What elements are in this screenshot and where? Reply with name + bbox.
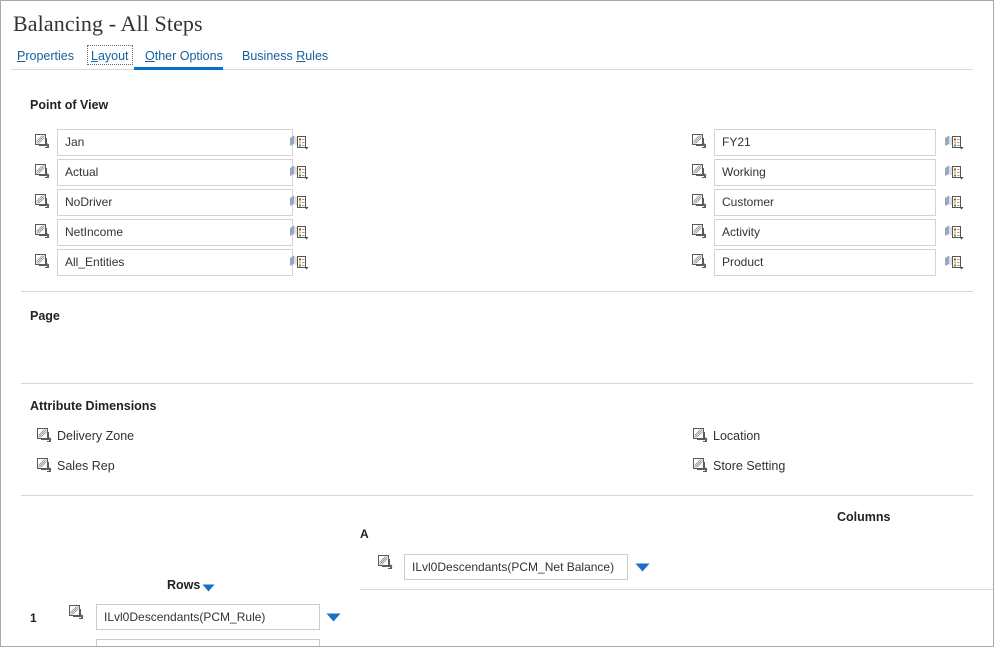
member-selector-icon[interactable] <box>944 224 964 243</box>
member-selector-icon[interactable] <box>289 134 309 153</box>
dimension-icon <box>69 605 84 623</box>
divider-page <box>21 383 973 384</box>
dimension-icon <box>35 164 50 182</box>
pov-field[interactable]: All_Entities <box>57 249 293 276</box>
pov-field[interactable]: Jan <box>57 129 293 156</box>
pov-field[interactable]: NetIncome <box>57 219 293 246</box>
attribute-dimension-label: Location <box>713 427 760 445</box>
dimension-icon <box>693 458 708 476</box>
divider-point-of-view <box>21 291 973 292</box>
attribute-dimension-label: Delivery Zone <box>57 427 134 445</box>
tab-other-options[interactable]: Other Options <box>141 45 227 65</box>
pov-field[interactable]: Working <box>714 159 936 186</box>
attribute-dimension-label: Store Setting <box>713 457 785 475</box>
columns-label: Columns <box>837 510 890 524</box>
pov-row: Product <box>692 249 977 276</box>
dimension-icon <box>692 194 707 212</box>
column-member-field[interactable]: ILvl0Descendants(PCM_Net Balance) <box>404 554 628 580</box>
tab-business-rules[interactable]: Business Rules <box>238 45 332 65</box>
pov-row: Actual <box>35 159 315 186</box>
caret-down-icon[interactable] <box>325 611 342 626</box>
section-heading-page: Page <box>30 309 60 323</box>
dimension-icon <box>35 254 50 272</box>
pov-field[interactable]: NoDriver <box>57 189 293 216</box>
pov-row: Jan <box>35 129 315 156</box>
caret-down-icon[interactable] <box>201 582 216 596</box>
member-selector-icon[interactable] <box>944 164 964 183</box>
dimension-icon <box>37 428 52 446</box>
page-title: Balancing - All Steps <box>13 11 203 37</box>
pov-row: NetIncome <box>35 219 315 246</box>
caret-down-icon[interactable] <box>634 561 651 576</box>
dimension-icon <box>35 194 50 212</box>
row-number: 1 <box>30 611 37 625</box>
tab-active-indicator <box>134 67 223 70</box>
member-selector-icon[interactable] <box>944 134 964 153</box>
dimension-icon <box>35 224 50 242</box>
row-member-field[interactable]: ILvl0Descendants(PCM_Rule) <box>96 604 320 630</box>
member-selector-icon[interactable] <box>289 164 309 183</box>
rows-label: Rows <box>167 578 200 592</box>
attribute-dimension-label: Sales Rep <box>57 457 115 475</box>
divider-attribute-dimensions <box>21 495 973 496</box>
row-member-field-next[interactable] <box>96 639 320 647</box>
dimension-icon <box>692 254 707 272</box>
section-heading-attribute-dimensions: Attribute Dimensions <box>30 399 156 413</box>
dimension-icon <box>37 458 52 476</box>
dimension-icon <box>692 224 707 242</box>
member-selector-icon[interactable] <box>289 224 309 243</box>
column-header-a[interactable]: A <box>360 527 369 541</box>
pov-row: Working <box>692 159 977 186</box>
dimension-icon <box>692 164 707 182</box>
pov-field[interactable]: Customer <box>714 189 936 216</box>
pov-field[interactable]: Activity <box>714 219 936 246</box>
pov-row: Customer <box>692 189 977 216</box>
member-selector-icon[interactable] <box>944 254 964 273</box>
dimension-icon <box>693 428 708 446</box>
dimension-icon <box>692 134 707 152</box>
grid-column-separator <box>360 589 994 590</box>
tab-layout[interactable]: Layout <box>87 45 133 65</box>
section-heading-point-of-view: Point of View <box>30 98 108 112</box>
row-dimension-icon-wrap <box>69 605 84 623</box>
member-selector-icon[interactable] <box>289 254 309 273</box>
pov-row: FY21 <box>692 129 977 156</box>
layout-dialog: Balancing - All Steps Properties Layout … <box>0 0 994 647</box>
pov-row: All_Entities <box>35 249 315 276</box>
pov-row: NoDriver <box>35 189 315 216</box>
tab-properties[interactable]: Properties <box>13 45 78 65</box>
column-dimension-icon-wrap <box>378 555 393 573</box>
page-drop-area[interactable] <box>30 329 970 377</box>
pov-field[interactable]: Product <box>714 249 936 276</box>
pov-field[interactable]: FY21 <box>714 129 936 156</box>
pov-field[interactable]: Actual <box>57 159 293 186</box>
dimension-icon <box>378 555 393 573</box>
dimension-icon <box>35 134 50 152</box>
member-selector-icon[interactable] <box>944 194 964 213</box>
pov-row: Activity <box>692 219 977 246</box>
member-selector-icon[interactable] <box>289 194 309 213</box>
